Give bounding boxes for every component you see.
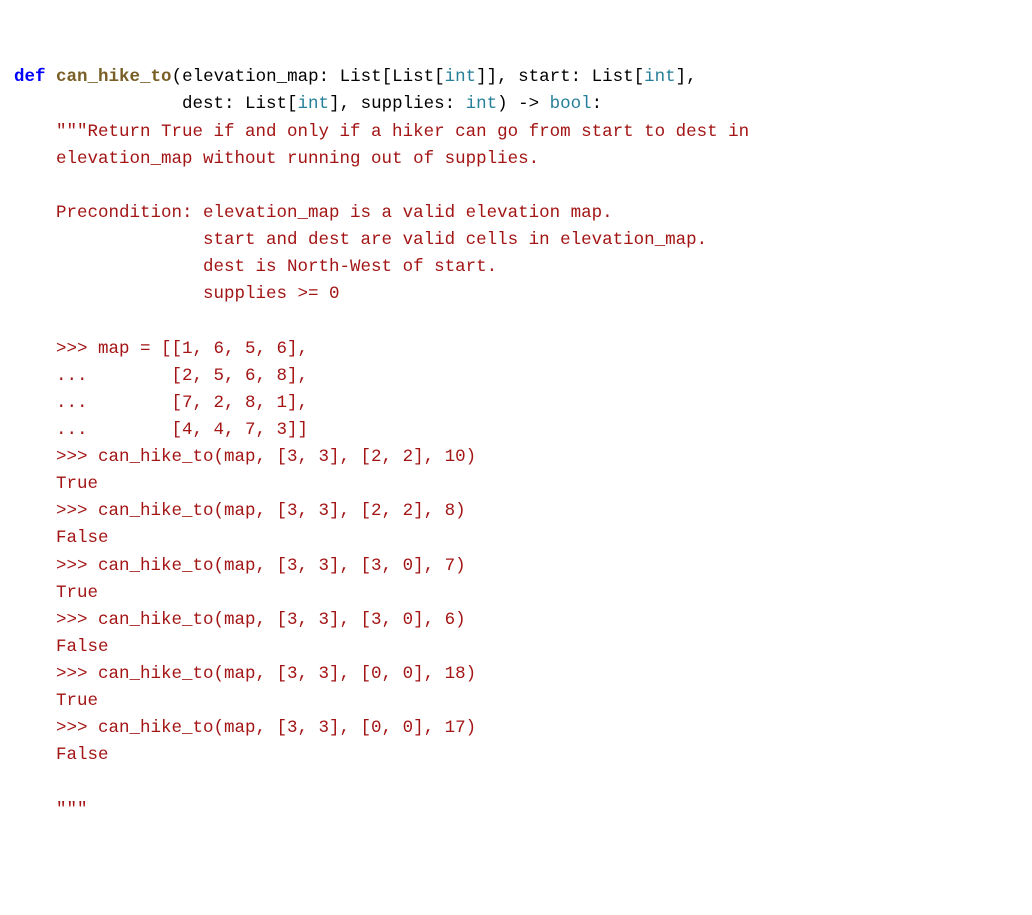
docstring-line: supplies >= 0	[14, 284, 340, 304]
docstring-line: start and dest are valid cells in elevat…	[14, 230, 707, 250]
docstring-line: False	[14, 528, 109, 548]
docstring-line: True	[14, 583, 98, 603]
code-block: def can_hike_to(elevation_map: List[List…	[14, 64, 1018, 824]
function-name: can_hike_to	[56, 67, 172, 87]
docstring-line: >>> can_hike_to(map, [3, 3], [2, 2], 8)	[14, 501, 466, 521]
signature-part: ]], start: List[	[476, 67, 644, 87]
signature-part: (elevation_map: List[List[	[172, 67, 445, 87]
type-int: int	[466, 94, 498, 114]
docstring-line: elevation_map without running out of sup…	[14, 149, 539, 169]
docstring-line: ... [4, 4, 7, 3]]	[14, 420, 308, 440]
signature-part: ],	[676, 67, 697, 87]
docstring-line: False	[14, 637, 109, 657]
signature-part: ) ->	[497, 94, 550, 114]
docstring-line: >>> can_hike_to(map, [3, 3], [3, 0], 6)	[14, 610, 466, 630]
docstring-line: >>> can_hike_to(map, [3, 3], [0, 0], 18)	[14, 664, 476, 684]
docstring-line: """	[14, 800, 88, 820]
type-int: int	[298, 94, 330, 114]
docstring-line: >>> can_hike_to(map, [3, 3], [2, 2], 10)	[14, 447, 476, 467]
signature-part: :	[592, 94, 603, 114]
type-bool: bool	[550, 94, 592, 114]
docstring-line: >>> can_hike_to(map, [3, 3], [0, 0], 17)	[14, 718, 476, 738]
type-int: int	[644, 67, 676, 87]
docstring-line: True	[14, 691, 98, 711]
docstring-line: False	[14, 745, 109, 765]
signature-part: ], supplies:	[329, 94, 466, 114]
docstring-line: """Return True if and only if a hiker ca…	[14, 122, 749, 142]
type-int: int	[445, 67, 477, 87]
docstring-line: >>> map = [[1, 6, 5, 6],	[14, 339, 308, 359]
signature-part: dest: List[	[14, 94, 298, 114]
docstring-line: ... [2, 5, 6, 8],	[14, 366, 308, 386]
docstring-line: dest is North-West of start.	[14, 257, 497, 277]
keyword-def: def	[14, 67, 46, 87]
docstring-line: ... [7, 2, 8, 1],	[14, 393, 308, 413]
docstring-line: True	[14, 474, 98, 494]
docstring-line: Precondition: elevation_map is a valid e…	[14, 203, 613, 223]
docstring-line: >>> can_hike_to(map, [3, 3], [3, 0], 7)	[14, 556, 466, 576]
